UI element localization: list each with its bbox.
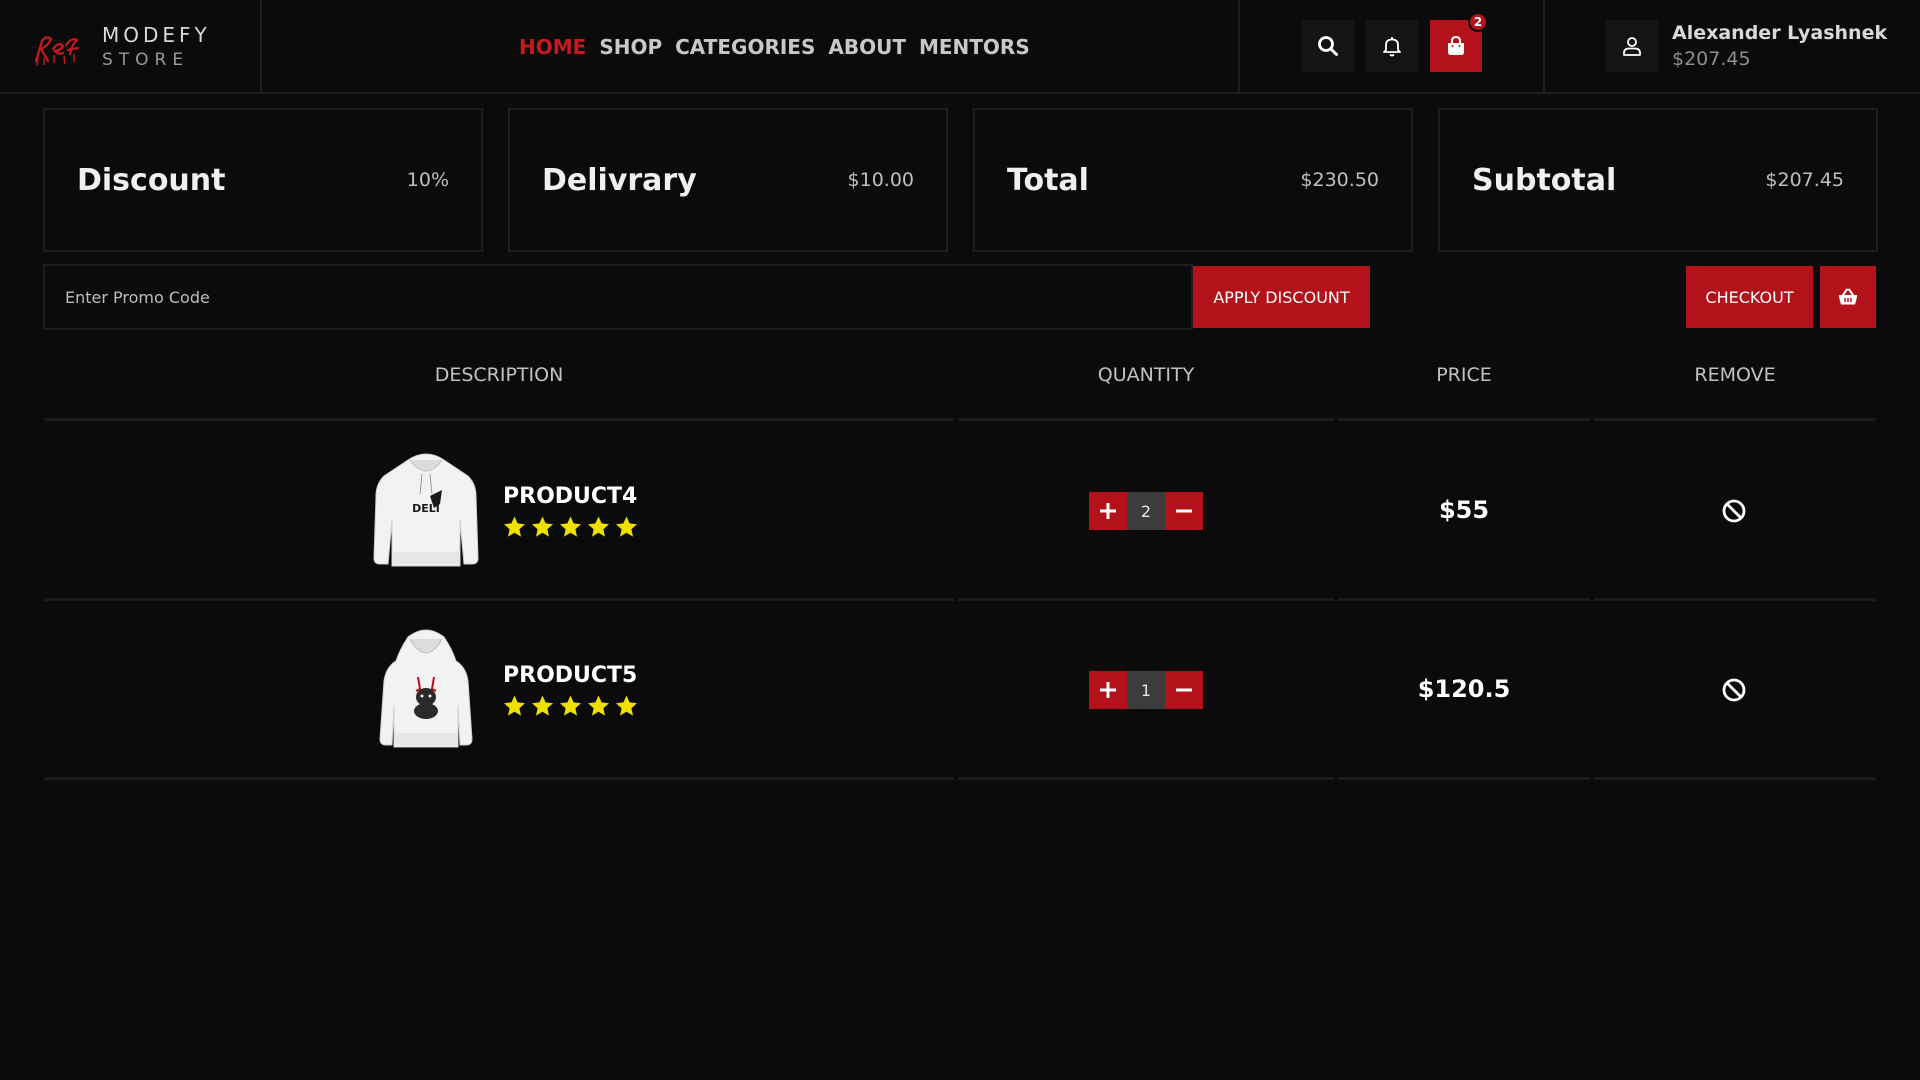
star-icon <box>588 516 609 537</box>
quantity-value: 1 <box>1127 671 1165 709</box>
remove-item-button[interactable] <box>1717 494 1751 528</box>
logo-icon <box>34 36 80 67</box>
nav-about[interactable]: ABOUT <box>828 35 906 59</box>
hoodie-image <box>379 629 473 748</box>
star-icon <box>560 516 581 537</box>
column-header-quantity: QUANTITY <box>1097 364 1195 386</box>
basket-button[interactable] <box>1820 266 1876 328</box>
summary-label: Delivrary <box>542 162 697 198</box>
plus-icon <box>1100 503 1116 519</box>
summary-value: $230.50 <box>1300 169 1379 191</box>
quantity-stepper: 2 <box>1089 492 1203 530</box>
brand-subtitle: STORE <box>102 50 190 70</box>
star-icon <box>504 516 525 537</box>
minus-icon <box>1176 688 1192 692</box>
star-icon <box>588 695 609 716</box>
promo-code-input[interactable] <box>45 266 1193 328</box>
decrease-quantity-button[interactable] <box>1165 671 1203 709</box>
quantity-value: 2 <box>1127 492 1165 530</box>
bell-icon <box>1383 37 1401 57</box>
user-name: Alexander Lyashnek <box>1672 22 1888 44</box>
nav-shop[interactable]: SHOP <box>599 35 662 59</box>
remove-icon <box>1722 499 1746 523</box>
product-rating <box>502 515 639 539</box>
notifications-button[interactable] <box>1366 20 1418 72</box>
remove-item-button[interactable] <box>1717 673 1751 707</box>
quantity-stepper: 1 <box>1089 671 1203 709</box>
star-icon <box>616 516 637 537</box>
star-icon <box>532 516 553 537</box>
hoodie-image: DELI <box>373 453 479 567</box>
user-profile[interactable]: Alexander Lyashnek $207.45 <box>1606 20 1887 72</box>
header-divider <box>260 0 262 92</box>
star-icon <box>504 695 525 716</box>
checkout-button[interactable]: CHECKOUT <box>1686 266 1813 328</box>
column-header-remove: REMOVE <box>1694 364 1776 386</box>
user-avatar <box>1606 20 1658 72</box>
summary-value: $10.00 <box>847 169 914 191</box>
summary-label: Discount <box>77 162 226 198</box>
cart-count-badge: 2 <box>1468 12 1488 32</box>
star-icon <box>532 695 553 716</box>
plus-icon <box>1100 682 1116 698</box>
basket-icon <box>1839 288 1857 305</box>
table-divider <box>44 598 1876 601</box>
user-icon <box>1623 37 1641 56</box>
summary-value: $207.45 <box>1765 169 1844 191</box>
star-icon <box>616 695 637 716</box>
apply-discount-button[interactable]: APPLY DISCOUNT <box>1193 266 1370 328</box>
increase-quantity-button[interactable] <box>1089 492 1127 530</box>
summary-card-subtotal: Subtotal $207.45 <box>1438 108 1878 252</box>
star-icon <box>560 695 581 716</box>
product-rating <box>502 694 639 718</box>
promo-code-box <box>43 264 1193 330</box>
minus-icon <box>1176 509 1192 513</box>
product-price: $120.5 <box>1417 675 1511 703</box>
column-header-price: PRICE <box>1436 364 1492 386</box>
summary-label: Subtotal <box>1472 162 1617 198</box>
table-divider <box>44 418 1876 421</box>
nav-categories[interactable]: CATEGORIES <box>675 35 815 59</box>
search-button[interactable] <box>1302 20 1354 72</box>
decrease-quantity-button[interactable] <box>1165 492 1203 530</box>
summary-card-discount: Discount 10% <box>43 108 483 252</box>
summary-card-delivery: Delivrary $10.00 <box>508 108 948 252</box>
cart-button[interactable]: 2 <box>1430 12 1488 72</box>
summary-label: Total <box>1007 162 1089 198</box>
nav-mentors[interactable]: MENTORS <box>919 35 1030 59</box>
user-balance: $207.45 <box>1672 48 1751 70</box>
header-divider <box>1543 0 1545 92</box>
summary-card-total: Total $230.50 <box>973 108 1413 252</box>
product-price: $55 <box>1438 496 1490 524</box>
product-name: PRODUCT4 <box>503 484 638 509</box>
main-nav: HOME SHOP CATEGORIES ABOUT MENTORS <box>519 30 1030 64</box>
increase-quantity-button[interactable] <box>1089 671 1127 709</box>
remove-icon <box>1722 678 1746 702</box>
shopping-bag-icon <box>1448 35 1464 55</box>
table-divider <box>44 777 1876 780</box>
search-icon <box>1318 36 1338 56</box>
nav-home[interactable]: HOME <box>519 35 586 59</box>
brand-name: MODEFY <box>102 23 211 47</box>
header-divider <box>1238 0 1240 92</box>
column-header-description: DESCRIPTION <box>434 364 564 386</box>
top-header: MODEFY STORE HOME SHOP CATEGORIES ABOUT … <box>0 0 1920 94</box>
product-name: PRODUCT5 <box>503 663 638 688</box>
summary-value: 10% <box>406 169 449 191</box>
brand[interactable]: MODEFY STORE <box>32 22 211 72</box>
